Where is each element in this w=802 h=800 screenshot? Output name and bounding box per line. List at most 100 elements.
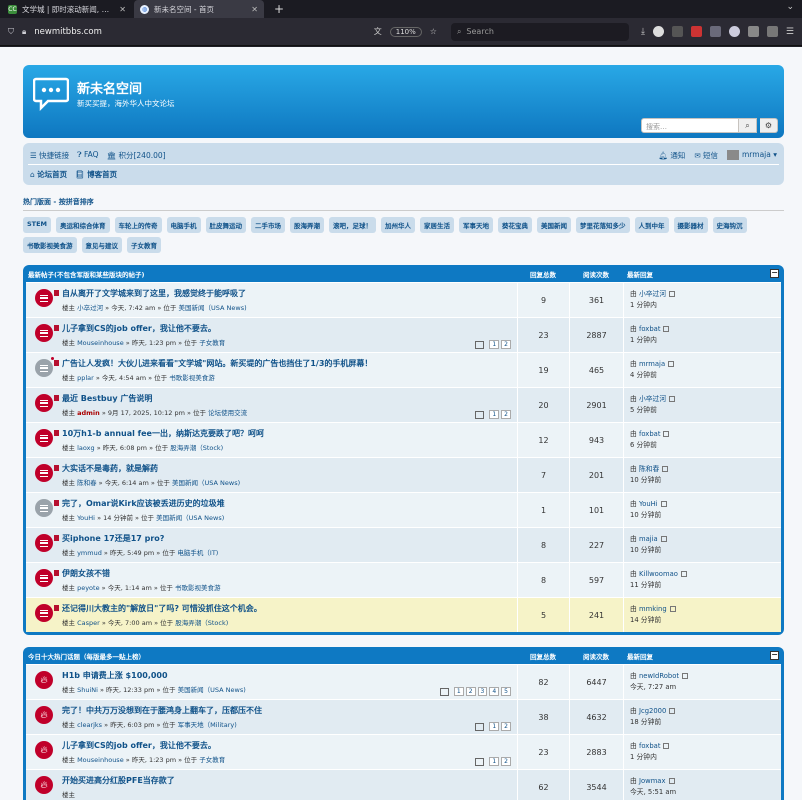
browser-tab[interactable]: CC 文学城 | 即时滚动新闻, 本地新闻, ✕: [2, 0, 132, 18]
site-search-input[interactable]: 搜索…: [641, 118, 739, 133]
last-post-author-link[interactable]: 小卒过河: [639, 395, 666, 403]
topic-title-link[interactable]: 自从离开了文学城来到了这里，我感觉终于能呼吸了: [62, 288, 513, 299]
forum-tag[interactable]: 加州华人: [381, 217, 416, 233]
last-post-author-link[interactable]: newIdRobot: [639, 672, 679, 680]
notifications-link[interactable]: 🔔︎ 通知: [658, 150, 685, 161]
view-latest-post-icon[interactable]: [668, 778, 675, 784]
extension-icon[interactable]: [728, 26, 740, 37]
downloads-icon[interactable]: ⤓: [641, 27, 645, 37]
translate-icon[interactable]: 文: [374, 26, 382, 37]
forum-tag[interactable]: 意见与建议: [81, 237, 122, 253]
last-post-author-link[interactable]: foxbat: [639, 325, 661, 333]
last-post-author-link[interactable]: Killwoomao: [639, 570, 678, 578]
topic-title-link[interactable]: 广告让人发疯！大伙儿进来看看"文学城"网站。新买堤的广告也挡住了1/3的手机屏幕…: [62, 358, 513, 369]
topic-title-link[interactable]: 完了，Omar说Kirk应该被丢进历史的垃圾堆: [62, 498, 513, 509]
topic-title-link[interactable]: 买iphone 17还是17 pro?: [62, 533, 513, 544]
forum-tag[interactable]: 奥运和综合体育: [56, 217, 110, 233]
topic-forum-link[interactable]: 美国新闻（USA News): [179, 304, 247, 312]
view-latest-post-icon[interactable]: [663, 743, 670, 749]
page-link[interactable]: 2: [501, 722, 511, 731]
topic-title-link[interactable]: 开始买进高分红股PFE当存款了: [62, 775, 513, 786]
page-link[interactable]: 1: [489, 340, 500, 349]
forum-tag[interactable]: 摄影器材: [673, 217, 708, 233]
close-tab-icon[interactable]: ✕: [119, 5, 126, 14]
page-link[interactable]: 1: [489, 410, 500, 419]
zoom-level-badge[interactable]: 110%: [389, 26, 422, 37]
last-post-author-link[interactable]: YouHi: [639, 500, 658, 508]
view-latest-post-icon[interactable]: [669, 396, 676, 402]
tracking-shield-icon[interactable]: ⛉: [8, 27, 14, 37]
view-latest-post-icon[interactable]: [660, 536, 667, 542]
forum-tag[interactable]: 美国新闻: [537, 217, 572, 233]
last-post-author-link[interactable]: foxbat: [639, 742, 661, 750]
last-post-author-link[interactable]: Jcg2000: [639, 707, 666, 715]
tab-list-chevron-icon[interactable]: ⌄: [786, 2, 794, 12]
page-link[interactable]: 3: [477, 687, 488, 696]
forum-tag[interactable]: 梦里花落知多少: [576, 217, 630, 233]
topic-forum-link[interactable]: 股海弄潮（Stock): [170, 444, 223, 452]
view-latest-post-icon[interactable]: [682, 673, 689, 679]
site-title[interactable]: 新未名空间: [77, 78, 142, 97]
points-link[interactable]: 🏛︎ 积分[240.00]: [107, 150, 166, 161]
page-link[interactable]: 2: [465, 687, 476, 696]
new-tab-button[interactable]: +: [266, 2, 292, 16]
chat-bubble-logo-icon[interactable]: [33, 75, 69, 111]
search-button[interactable]: ⌕: [739, 118, 757, 133]
topic-forum-link[interactable]: 电脑手机（IT): [177, 549, 218, 557]
collapse-toggle[interactable]: −: [770, 651, 779, 660]
forum-home-link[interactable]: ⌂ 论坛首页: [30, 169, 67, 180]
topic-forum-link[interactable]: 美国新闻（USA News): [178, 686, 246, 694]
topic-forum-link[interactable]: 军事天地（Military): [178, 721, 237, 729]
topic-forum-link[interactable]: 书歌影视美食游: [175, 584, 221, 592]
extension-badge-icon[interactable]: [690, 26, 702, 37]
topic-author-link[interactable]: admin: [77, 409, 100, 417]
browser-search-input[interactable]: ⌕ Search: [450, 22, 629, 41]
view-latest-post-icon[interactable]: [663, 431, 670, 437]
forum-tag[interactable]: 人到中年: [634, 217, 669, 233]
page-link[interactable]: 2: [501, 757, 511, 766]
topic-author-link[interactable]: clearjks: [77, 721, 102, 729]
topic-author-link[interactable]: ymmud: [77, 549, 102, 557]
forum-tag[interactable]: 子女教育: [127, 237, 161, 253]
topic-author-link[interactable]: ShuiNi: [77, 686, 98, 694]
topic-forum-link[interactable]: 论坛使用交流: [208, 409, 247, 417]
view-latest-post-icon[interactable]: [663, 326, 670, 332]
last-post-author-link[interactable]: mrmaja: [639, 360, 665, 368]
forum-tag[interactable]: 电脑手机: [166, 217, 201, 233]
topic-author-link[interactable]: peyote: [77, 584, 100, 592]
browser-tab-active[interactable]: ◍ 新未名空间 - 首页 ✕: [134, 0, 264, 18]
last-post-author-link[interactable]: 小卒过河: [639, 290, 666, 298]
blog-home-link[interactable]: 📘︎ 博客首页: [75, 169, 117, 180]
page-link[interactable]: 4: [489, 687, 500, 696]
topic-title-link[interactable]: 儿子拿到CS的job offer，我让他不要去。: [62, 740, 513, 751]
url-field[interactable]: newmitbbs.com: [34, 27, 102, 37]
close-tab-icon[interactable]: ✕: [251, 5, 258, 14]
page-link[interactable]: 2: [501, 340, 511, 349]
topic-forum-link[interactable]: 美国新闻（USA News): [156, 514, 224, 522]
extension-icon[interactable]: [671, 26, 683, 37]
topic-author-link[interactable]: Mouseinhouse: [77, 339, 124, 347]
forum-tag[interactable]: STEM: [23, 217, 52, 233]
topic-forum-link[interactable]: 美国新闻（USA News): [172, 479, 240, 487]
page-link[interactable]: 5: [501, 687, 511, 696]
forum-tag[interactable]: 二手市场: [251, 217, 286, 233]
topic-author-link[interactable]: 小卒过河: [77, 304, 103, 312]
last-post-author-link[interactable]: foxbat: [639, 430, 661, 438]
faq-link[interactable]: ❓︎ FAQ: [77, 150, 98, 160]
last-post-author-link[interactable]: 陈和春: [639, 465, 659, 473]
forum-tag[interactable]: 军事天地: [459, 217, 494, 233]
forum-tag[interactable]: 车轮上的传奇: [114, 217, 162, 233]
topic-author-link[interactable]: YouHi: [77, 514, 95, 522]
topic-forum-link[interactable]: 子女教育: [199, 756, 225, 764]
forum-tag[interactable]: 股海弄潮: [290, 217, 325, 233]
view-latest-post-icon[interactable]: [668, 361, 675, 367]
forum-tag[interactable]: 葵花宝典: [498, 217, 533, 233]
last-post-author-link[interactable]: majia: [639, 535, 658, 543]
topic-author-link[interactable]: 陈和春: [77, 479, 97, 487]
quicklinks-menu[interactable]: ☰ 快捷链接: [30, 150, 69, 161]
menu-hamburger-icon[interactable]: ☰: [786, 27, 794, 37]
view-latest-post-icon[interactable]: [669, 606, 676, 612]
bookmark-star-icon[interactable]: ☆: [430, 27, 437, 36]
extension-icon[interactable]: [709, 26, 721, 37]
forum-tag[interactable]: 肚皮舞运动: [205, 217, 247, 233]
